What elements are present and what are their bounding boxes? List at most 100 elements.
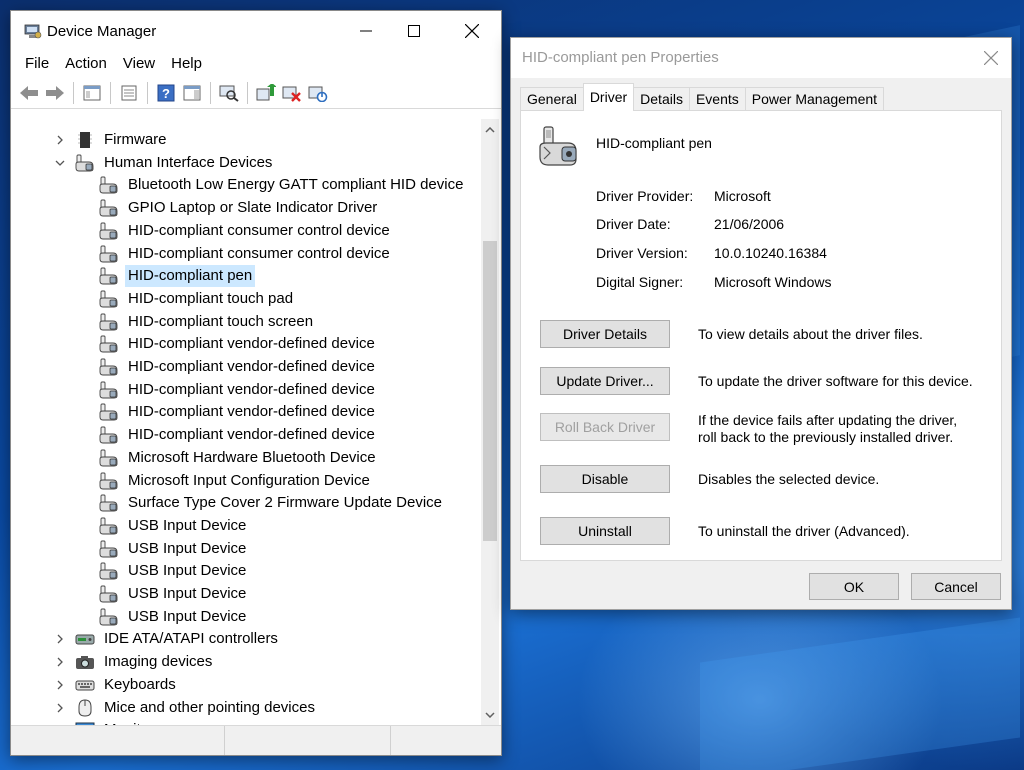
properties-button[interactable] [117, 81, 141, 105]
camera-icon [75, 653, 95, 671]
chevron-right-icon[interactable] [53, 632, 67, 646]
properties-icon [121, 85, 137, 100]
chevron-right-icon[interactable] [53, 678, 67, 692]
tab-driver[interactable]: Driver [582, 83, 635, 111]
tree-device-item[interactable]: HID-compliant consumer control device [99, 220, 393, 242]
tree-category[interactable]: Human Interface Devices [53, 152, 275, 174]
tree-device-item[interactable]: HID-compliant consumer control device [99, 243, 393, 265]
forward-arrow-icon [46, 85, 64, 100]
driver-version-label: Driver Version: [596, 245, 688, 261]
tree-device-item[interactable]: USB Input Device [99, 560, 249, 582]
disable-device-icon [282, 86, 301, 102]
tree-item-label: HID-compliant vendor-defined device [128, 335, 375, 353]
dialog-close-button[interactable] [971, 38, 1011, 78]
tree-device-item[interactable]: HID-compliant vendor-defined device [99, 333, 378, 355]
tree-device-item[interactable]: HID-compliant touch screen [99, 311, 316, 333]
tree-device-item[interactable]: HID-compliant vendor-defined device [99, 424, 378, 446]
tree-category[interactable]: Mice and other pointing devices [53, 697, 318, 719]
tree-category[interactable]: Keyboards [53, 674, 179, 696]
tree-device-item[interactable]: USB Input Device [99, 583, 249, 605]
tree-device-item[interactable]: Bluetooth Low Energy GATT compliant HID … [99, 174, 466, 196]
chevron-right-icon[interactable] [53, 655, 67, 669]
hid-icon [99, 222, 119, 240]
tree-scrollbar[interactable] [481, 119, 499, 726]
help-button[interactable]: ? [154, 81, 178, 105]
enable-device-icon [308, 86, 328, 102]
tree-category[interactable]: IDE ATA/ATAPI controllers [53, 628, 281, 650]
tab-events[interactable]: Events [688, 87, 746, 111]
tree-item-label: Microsoft Input Configuration Device [128, 471, 370, 489]
hid-icon [99, 176, 119, 194]
firmware-icon [75, 131, 95, 149]
tab-details[interactable]: Details [633, 87, 690, 111]
driver-date-label: Driver Date: [596, 216, 671, 232]
tree-device-item[interactable]: GPIO Laptop or Slate Indicator Driver [99, 197, 380, 219]
svg-text:?: ? [162, 86, 170, 101]
toolbar-separator [147, 81, 148, 104]
menu-help[interactable]: Help [163, 51, 210, 77]
tab-power-management[interactable]: Power Management [744, 87, 885, 111]
tree-device-item[interactable]: HID-compliant pen [99, 265, 256, 288]
roll-back-driver-button[interactable]: Roll Back Driver [540, 413, 670, 441]
cancel-button[interactable]: Cancel [911, 573, 1001, 600]
scan-hardware-button[interactable] [217, 81, 241, 105]
tree-item-label: IDE ATA/ATAPI controllers [104, 630, 278, 648]
menu-action[interactable]: Action [57, 51, 115, 77]
ok-button[interactable]: OK [809, 573, 899, 600]
close-button[interactable] [443, 11, 501, 51]
ide-icon [75, 630, 95, 648]
close-icon [465, 24, 479, 38]
driver-version-value: 10.0.10240.16384 [714, 245, 827, 261]
chevron-right-icon[interactable] [53, 701, 67, 715]
dialog-title: HID-compliant pen Properties [522, 49, 719, 66]
tree-device-item[interactable]: HID-compliant vendor-defined device [99, 356, 378, 378]
title-bar[interactable]: Device Manager [11, 11, 501, 51]
enable-device-button[interactable] [306, 81, 330, 105]
tree-device-item[interactable]: HID-compliant touch pad [99, 288, 296, 310]
tree-item-label: Imaging devices [104, 653, 213, 671]
tree-item-label: HID-compliant vendor-defined device [128, 358, 375, 375]
show-hide-console-tree-button[interactable] [80, 81, 104, 105]
tree-device-item[interactable]: USB Input Device [99, 538, 249, 560]
back-button[interactable] [17, 81, 41, 105]
chevron-down-icon[interactable] [53, 156, 67, 170]
driver-details-button[interactable]: Driver Details [540, 320, 670, 348]
forward-button[interactable] [43, 81, 67, 105]
dialog-title-bar[interactable]: HID-compliant pen Properties [511, 38, 1011, 78]
tree-device-item[interactable]: USB Input Device [99, 606, 249, 628]
disable-device-button[interactable]: Disable [540, 465, 670, 493]
tree-device-item[interactable]: Surface Type Cover 2 Firmware Update Dev… [99, 492, 445, 514]
tree-item-label: HID-compliant pen [125, 265, 256, 288]
disable-device-button[interactable] [280, 81, 304, 105]
menu-file[interactable]: File [17, 51, 57, 77]
status-segment [11, 726, 225, 755]
update-driver-button[interactable]: Update Driver... [540, 367, 670, 395]
tree-category[interactable]: Firmware [53, 129, 170, 151]
tree-item-label: Microsoft Hardware Bluetooth Device [128, 448, 376, 466]
scrollbar-thumb[interactable] [483, 241, 497, 541]
tree-item-label: HID-compliant consumer control device [128, 221, 390, 239]
scroll-up-button[interactable] [481, 121, 499, 139]
tree-device-item[interactable]: Microsoft Hardware Bluetooth Device [99, 447, 379, 469]
device-tree[interactable]: Firmware Human Interface Devices Bluetooth… [11, 119, 501, 726]
action-pane-button[interactable] [180, 81, 204, 105]
tree-item-label: Keyboards [104, 675, 176, 693]
tab-general[interactable]: General [520, 87, 584, 111]
tree-device-item[interactable]: HID-compliant vendor-defined device [99, 379, 378, 401]
maximize-button[interactable] [385, 11, 443, 51]
tree-category[interactable]: Imaging devices [53, 651, 215, 673]
hid-icon [99, 403, 119, 421]
tree-device-item[interactable]: HID-compliant vendor-defined device [99, 401, 378, 423]
hid-icon [99, 381, 119, 399]
scan-hardware-icon [219, 85, 239, 102]
chevron-right-icon[interactable] [53, 133, 67, 147]
help-icon: ? [157, 84, 175, 101]
update-driver-button[interactable] [254, 81, 278, 105]
tree-device-item[interactable]: USB Input Device [99, 515, 249, 537]
tree-device-item[interactable]: Microsoft Input Configuration Device [99, 470, 373, 492]
menu-view[interactable]: View [115, 51, 163, 77]
window-title: Device Manager [47, 23, 157, 40]
update-driver-icon [256, 83, 276, 100]
scroll-down-button[interactable] [481, 706, 499, 724]
uninstall-button[interactable]: Uninstall [540, 517, 670, 545]
